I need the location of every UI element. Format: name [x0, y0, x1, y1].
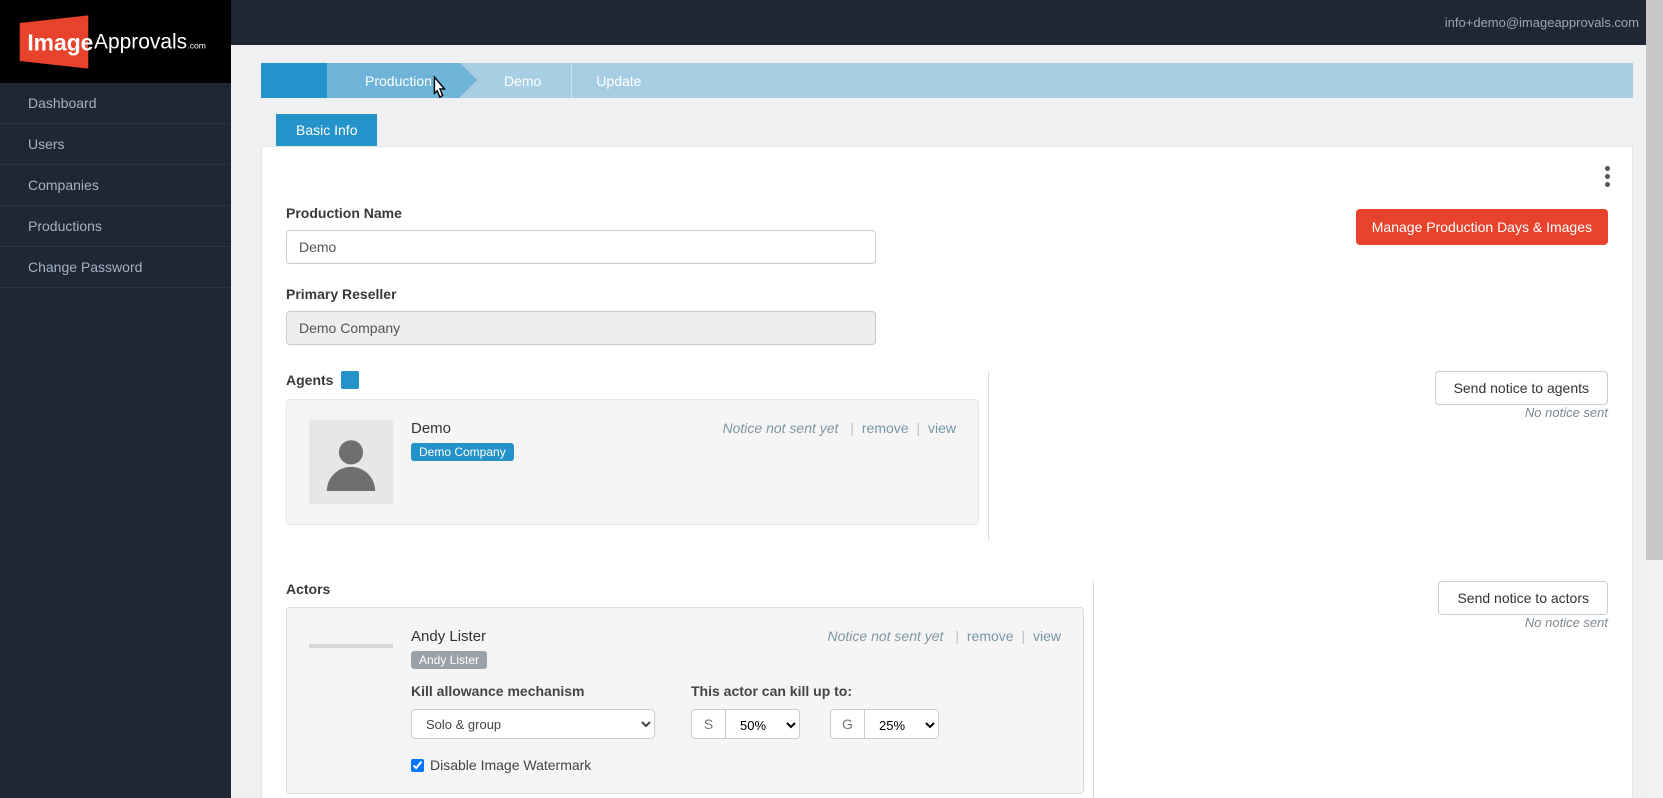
actor-view-link[interactable]: view	[1033, 628, 1061, 644]
scroll-thumb[interactable]	[1646, 0, 1663, 560]
solo-kill-group: S 50%	[691, 709, 800, 739]
actors-title: Actors	[286, 581, 330, 597]
breadcrumb-sep	[571, 63, 572, 98]
agent-name: Demo	[411, 420, 451, 437]
actor-notice-status: Notice not sent yet	[828, 628, 944, 644]
agent-company-badge: Demo Company	[411, 443, 514, 461]
logo-primary-text: Image	[27, 29, 93, 55]
breadcrumb-lead	[261, 63, 327, 98]
agents-notice-hint: No notice sent	[1019, 405, 1608, 420]
actor-remove-link[interactable]: remove	[967, 628, 1014, 644]
actor-name: Andy Lister	[411, 628, 486, 645]
actor-avatar-placeholder	[309, 644, 393, 648]
sidebar-item-productions[interactable]: Productions	[0, 206, 231, 247]
group-tag: G	[831, 710, 865, 738]
actors-notice-hint: No notice sent	[1124, 615, 1608, 630]
sidebar-item-change-password[interactable]: Change Password	[0, 247, 231, 288]
solo-kill-select[interactable]: 50%	[726, 710, 799, 739]
scrollbar[interactable]	[1646, 0, 1663, 798]
kill-limit-label: This actor can kill up to:	[691, 683, 939, 699]
logo-secondary-text: Approvals	[94, 30, 187, 53]
manage-days-button[interactable]: Manage Production Days & Images	[1356, 209, 1608, 245]
logo[interactable]: Image Approvals .com	[0, 0, 231, 83]
group-kill-group: G 25%	[830, 709, 939, 739]
label-primary-reseller: Primary Reseller	[286, 286, 876, 302]
sidebar-item-users[interactable]: Users	[0, 124, 231, 165]
disable-watermark-label: Disable Image Watermark	[430, 757, 591, 773]
group-kill-select[interactable]: 25%	[865, 710, 938, 739]
breadcrumb-production[interactable]: Production	[327, 63, 460, 98]
panel: Manage Production Days & Images Producti…	[261, 146, 1633, 798]
kill-mechanism-label: Kill allowance mechanism	[411, 683, 655, 699]
user-icon	[322, 433, 380, 491]
account-email[interactable]: info+demo@imageapprovals.com	[1445, 15, 1639, 30]
logo-suffix-text: .com	[187, 40, 206, 50]
tabs: Basic Info	[261, 114, 1633, 147]
agent-avatar	[309, 420, 393, 504]
actor-card: Andy Lister Notice not sent yet | remove…	[286, 607, 1084, 794]
solo-tag: S	[692, 710, 726, 738]
tab-basic-info[interactable]: Basic Info	[276, 114, 377, 147]
send-notice-actors-button[interactable]: Send notice to actors	[1438, 581, 1608, 615]
add-agent-button[interactable]	[341, 371, 359, 389]
disable-watermark-checkbox[interactable]	[411, 759, 424, 772]
breadcrumb-update[interactable]: Update	[574, 63, 669, 98]
label-production-name: Production Name	[286, 205, 876, 221]
agent-notice-status: Notice not sent yet	[723, 420, 839, 436]
agents-title: Agents	[286, 372, 333, 388]
actor-self-badge: Andy Lister	[411, 651, 487, 669]
production-name-input[interactable]	[286, 230, 876, 264]
agent-view-link[interactable]: view	[928, 420, 956, 436]
topbar: info+demo@imageapprovals.com	[231, 0, 1663, 45]
agent-card: Demo Notice not sent yet | remove | view	[286, 399, 979, 525]
breadcrumb: Production Demo Update	[261, 63, 1633, 98]
main: info+demo@imageapprovals.com Production …	[231, 0, 1663, 798]
kill-mechanism-select[interactable]: Solo & group	[411, 709, 655, 739]
nav: Dashboard Users Companies Productions Ch…	[0, 83, 231, 288]
send-notice-agents-button[interactable]: Send notice to agents	[1435, 371, 1608, 405]
sidebar-item-companies[interactable]: Companies	[0, 165, 231, 206]
kebab-menu-icon[interactable]	[1605, 163, 1610, 190]
primary-reseller-input	[286, 311, 876, 345]
sidebar: Image Approvals .com Dashboard Users Com…	[0, 0, 231, 798]
sidebar-item-dashboard[interactable]: Dashboard	[0, 83, 231, 124]
content: Production Demo Update Basic Info Manage…	[231, 45, 1663, 798]
agent-remove-link[interactable]: remove	[862, 420, 909, 436]
